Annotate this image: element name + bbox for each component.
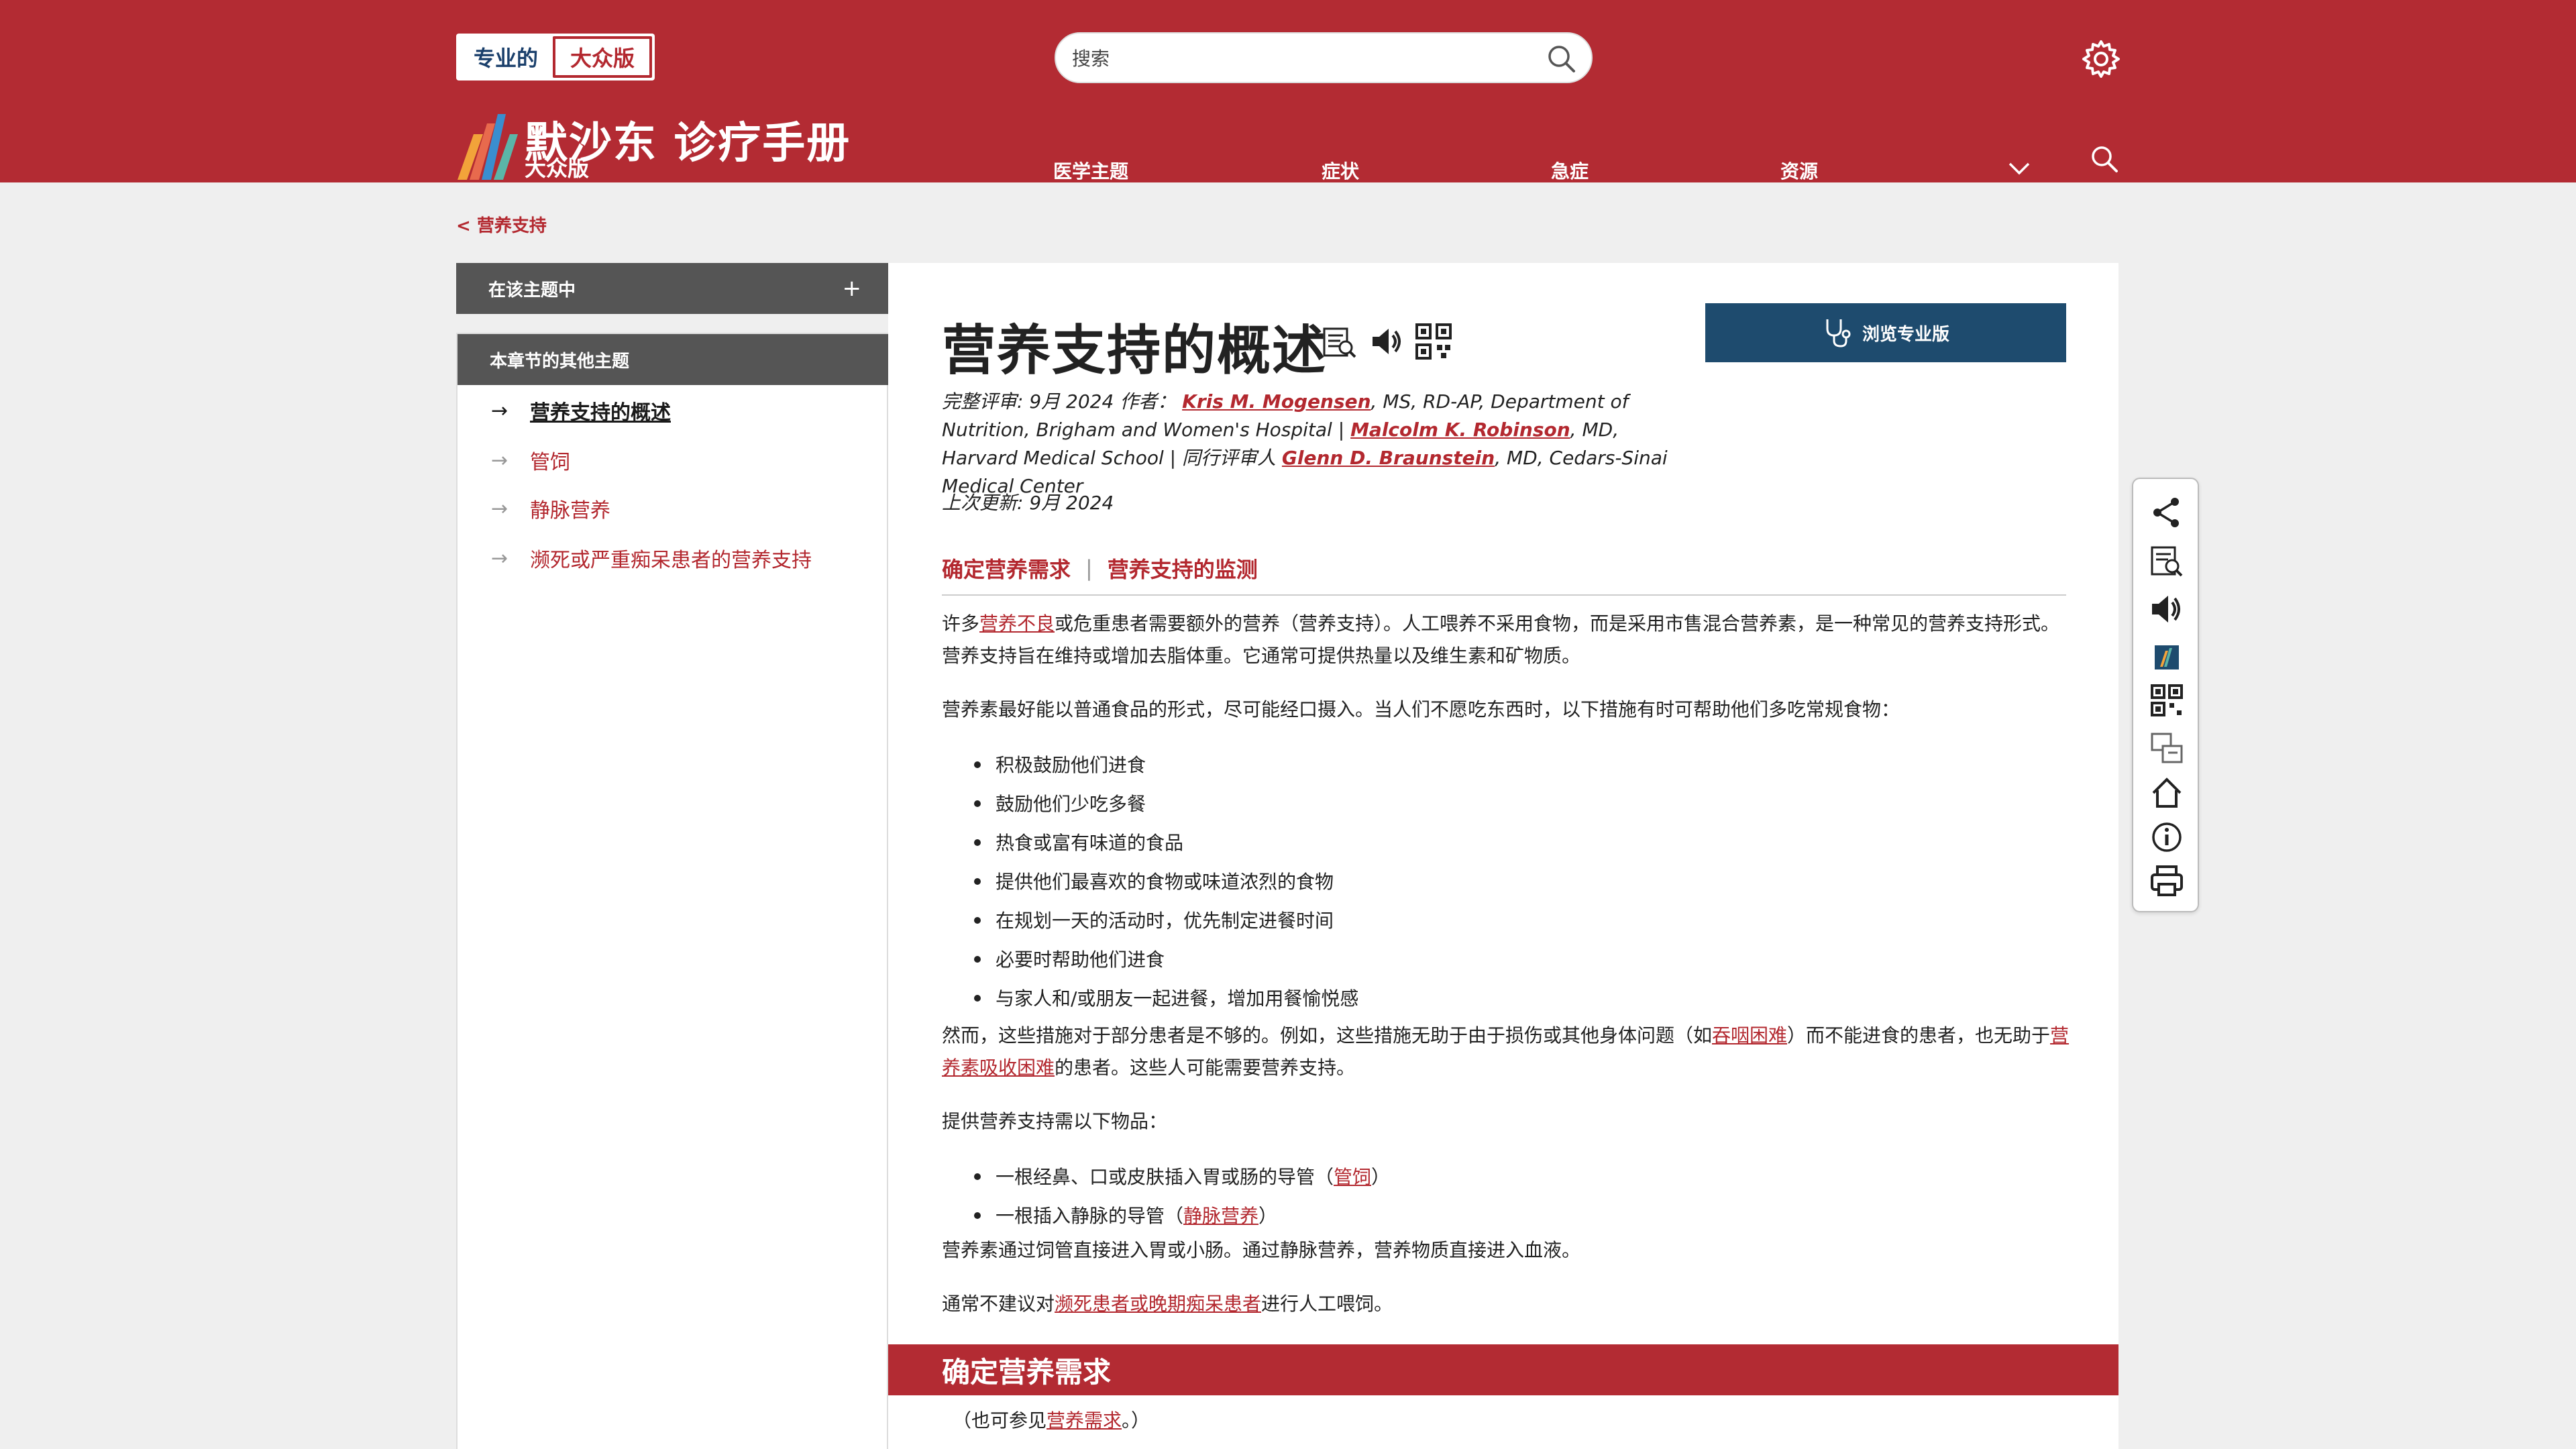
qr-code-icon[interactable] <box>1414 322 1453 361</box>
tips-list: 积极鼓励他们进食 鼓励他们少吃多餐 热食或富有味道的食品 提供他们最喜欢的食物或… <box>942 745 2076 1017</box>
list-item: 提供他们最喜欢的食物或味道浓烈的食物 <box>942 861 2076 900</box>
translate-icon[interactable] <box>2148 730 2186 767</box>
home-icon[interactable] <box>2148 774 2186 812</box>
list-item: 一根经鼻、口或皮肤插入胃或肠的导管（ 管饲） <box>942 1157 2076 1195</box>
nav-medical-topics[interactable]: 医学主题 <box>1053 157 1128 184</box>
list-item: 与家人和/或朋友一起进餐，增加用餐愉悦感 <box>942 978 2076 1017</box>
nutritional-requirements-link[interactable]: 营养需求 <box>1046 1409 1122 1432</box>
arrow-right-icon: → <box>491 496 508 521</box>
section-link-monitoring[interactable]: 营养支持的监测 <box>1108 553 1258 584</box>
print-icon[interactable] <box>2148 863 2186 900</box>
section-separator: | <box>1085 555 1093 581</box>
section-heading: 确定营养需求 <box>888 1344 2118 1395</box>
sidebar-item-tube-feeding[interactable]: → 管饲 <box>491 445 570 475</box>
sidebar-item-label: 静脉营养 <box>530 499 610 523</box>
paragraph: 然而，这些措施对于部分患者是不够的。例如，这些措施无助于由于损伤或其他身体问题（… <box>942 1024 2070 1079</box>
breadcrumb[interactable]: < 营养支持 <box>456 212 547 237</box>
nav-resources[interactable]: 资源 <box>1780 157 1818 184</box>
msd-manuals-logo[interactable] <box>456 107 523 180</box>
pro-button-label: 浏览专业版 <box>1862 324 1949 345</box>
article-meta: 完整评审: 9月 2024 作者： Kris M. Mogensen, MS, … <box>942 388 1693 500</box>
accordion-label: 在该主题中 <box>488 280 576 301</box>
gear-icon[interactable] <box>2080 38 2123 80</box>
info-icon[interactable] <box>2148 818 2186 856</box>
brand-icon[interactable] <box>2148 639 2186 676</box>
paragraph: 提供营养支持需以下物品： <box>942 1110 1168 1132</box>
chevron-down-icon[interactable] <box>2006 158 2033 178</box>
paragraph: 通常不建议对濒死患者或晚期痴呆患者进行人工喂饲。 <box>942 1293 1393 1315</box>
dysphagia-link[interactable]: 吞咽困难 <box>1712 1024 1787 1046</box>
stethoscope-icon <box>1826 319 1851 347</box>
sidebar-item-iv-nutrition[interactable]: → 静脉营养 <box>491 494 610 523</box>
sidebar-item-dying-dementia[interactable]: → 濒死或严重痴呆患者的营养支持 <box>491 543 812 573</box>
sidebar-item-label: 管饲 <box>530 451 570 474</box>
paragraph: 营养素通过饲管直接进入胃或小肠。通过静脉营养，营养物质直接进入血液。 <box>942 1239 1581 1261</box>
sidebar-item-label: 濒死或严重痴呆患者的营养支持 <box>530 549 812 572</box>
undernutrition-link[interactable]: 营养不良 <box>979 612 1055 635</box>
share-icon[interactable] <box>2148 494 2186 531</box>
page-toolbar <box>2132 478 2199 912</box>
section-link-needs[interactable]: 确定营养需求 <box>942 553 1071 584</box>
arrow-right-icon: → <box>491 448 508 472</box>
search-icon[interactable] <box>2088 142 2121 176</box>
search-icon[interactable] <box>1544 42 1579 76</box>
chapter-topics-panel: 本章节的其他主题 → 营养支持的概述 → 管饲 → 静脉营养 → 濒死或严重痴呆… <box>456 333 890 1449</box>
list-item: 鼓励他们少吃多餐 <box>942 784 2076 822</box>
glossary-icon[interactable] <box>2148 542 2186 580</box>
review-label: 完整评审: 9月 2024 作者： <box>942 390 1177 413</box>
list-item: 热食或富有味道的食品 <box>942 822 2076 861</box>
nav-symptoms[interactable]: 症状 <box>1322 157 1359 184</box>
title-tools <box>1320 322 1453 361</box>
professional-version-toggle[interactable]: 专业的 <box>459 36 553 78</box>
search-bar <box>1055 32 1593 83</box>
dying-dementia-link[interactable]: 濒死患者或晚期痴呆患者 <box>1055 1293 1261 1315</box>
search-input[interactable] <box>1072 43 1528 74</box>
brand-subtitle: 大众版 <box>525 156 590 181</box>
page-title: 营养支持的概述 <box>942 319 1327 382</box>
in-this-topic-accordion[interactable]: 在该主题中 + <box>456 263 888 314</box>
divider <box>942 594 2066 596</box>
nav-emergencies[interactable]: 急症 <box>1551 157 1589 184</box>
glossary-icon[interactable] <box>1320 322 1359 361</box>
list-item: 一根插入静脉的导管（ 静脉营养） <box>942 1195 2076 1234</box>
paragraph: （也可参见营养需求。） <box>953 1409 1150 1432</box>
site-header: 专业的 大众版 默沙东 诊疗手册 大众版 医学主题 症状 急症 资源 <box>0 0 2576 182</box>
view-professional-version-button[interactable]: 浏览专业版 <box>1705 303 2066 362</box>
reviewer-link[interactable]: Glenn D. Braunstein <box>1282 447 1495 469</box>
list-item: 积极鼓励他们进食 <box>942 745 2076 784</box>
iv-nutrition-link[interactable]: 静脉营养 <box>1183 1201 1258 1228</box>
audio-icon[interactable] <box>1367 322 1406 361</box>
last-updated: 上次更新: 9月 2024 <box>942 492 1114 514</box>
author-link[interactable]: Malcolm K. Robinson <box>1350 419 1570 441</box>
peer-review-label: 同行评审人 <box>1182 447 1282 469</box>
chapter-topics-heading: 本章节的其他主题 <box>458 334 890 385</box>
audience-toggle: 专业的 大众版 <box>456 34 655 80</box>
tube-feeding-link[interactable]: 管饲 <box>1334 1163 1371 1189</box>
plus-icon[interactable]: + <box>843 275 862 302</box>
article-main: 营养支持的概述 浏览专业版 完整评审: 9月 2024 作者： Kris M. … <box>888 263 2118 1449</box>
qr-code-icon[interactable] <box>2148 682 2186 719</box>
audio-icon[interactable] <box>2148 590 2186 628</box>
sidebar-item-label: 营养支持的概述 <box>530 401 671 425</box>
consumer-version-toggle[interactable]: 大众版 <box>553 36 653 78</box>
supplies-list: 一根经鼻、口或皮肤插入胃或肠的导管（ 管饲） 一根插入静脉的导管（ 静脉营养） <box>942 1157 2076 1234</box>
list-item: 必要时帮助他们进食 <box>942 939 2076 978</box>
list-item: 在规划一天的活动时，优先制定进餐时间 <box>942 900 2076 939</box>
section-links: 确定营养需求 | 营养支持的监测 <box>942 553 1258 584</box>
paragraph: 许多营养不良或危重患者需要额外的营养（营养支持）。人工喂养不采用食物，而是采用市… <box>942 612 2060 667</box>
author-link[interactable]: Kris M. Mogensen <box>1182 390 1371 413</box>
arrow-right-icon: → <box>491 398 508 423</box>
paragraph: 营养素最好能以普通食品的形式，尽可能经口摄入。当人们不愿吃东西时，以下措施有时可… <box>942 698 1900 720</box>
sidebar-item-overview[interactable]: → 营养支持的概述 <box>491 396 671 425</box>
arrow-right-icon: → <box>491 546 508 570</box>
